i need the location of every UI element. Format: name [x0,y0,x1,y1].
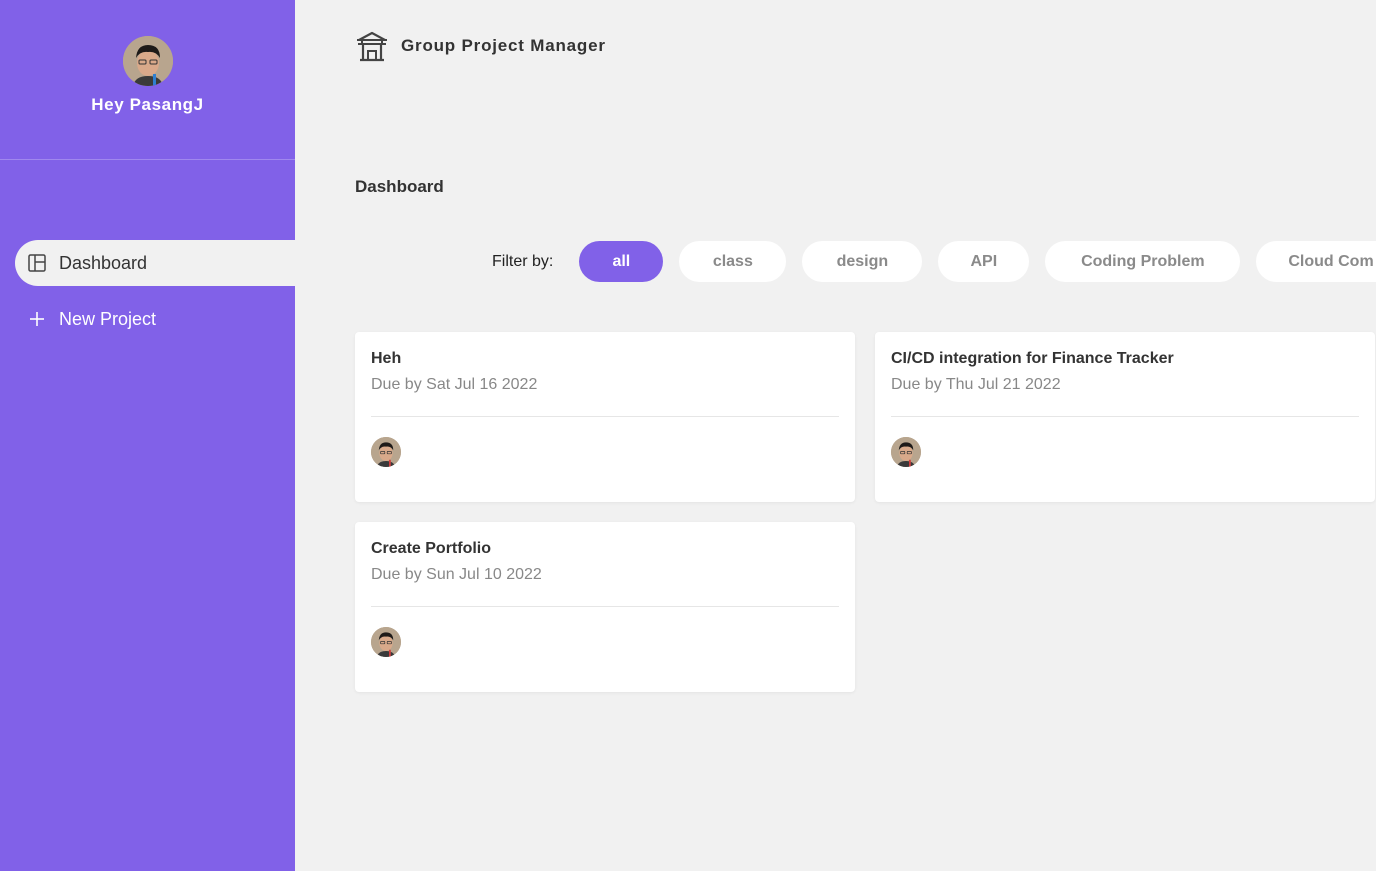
sidebar-item-label: Dashboard [59,252,148,273]
plus-icon [27,309,47,329]
project-card[interactable]: Create Portfolio Due by Sun Jul 10 2022 [355,522,855,692]
user-photo-icon [122,36,173,86]
app-header: Group Project Manager [355,29,606,63]
user-photo-icon [371,437,401,467]
project-card[interactable]: Heh Due by Sat Jul 16 2022 [355,332,855,502]
sidebar: Hey PasangJ Dashboard New Project [0,0,295,871]
member-avatar[interactable] [371,437,401,467]
avatar[interactable] [122,36,173,86]
main-content: Group Project Manager Dashboard Filter b… [295,0,1376,871]
project-title: CI/CD integration for Finance Tracker [891,350,1174,367]
user-photo-icon [371,627,401,657]
member-avatar[interactable] [371,627,401,657]
card-divider [371,416,839,417]
user-block: Hey PasangJ [0,0,295,160]
project-title: Create Portfolio [371,540,492,557]
project-card[interactable]: CI/CD integration for Finance Tracker Du… [875,332,1375,502]
sidebar-item-label: New Project [59,308,157,329]
filter-bar: Filter by: all class design API Coding P… [492,241,1376,282]
layout-icon [27,253,47,273]
project-title: Heh [371,350,402,367]
member-avatar[interactable] [891,437,921,467]
filter-chip-coding-problem[interactable]: Coding Problem [1045,241,1241,282]
user-greeting: Hey PasangJ [91,95,204,114]
project-due-date: Due by Sun Jul 10 2022 [371,566,542,583]
card-divider [371,606,839,607]
user-photo-icon [891,437,921,467]
page-title: Dashboard [355,177,444,196]
filter-chip-all[interactable]: all [579,241,664,282]
project-due-date: Due by Thu Jul 21 2022 [891,376,1061,393]
sidebar-item-new-project[interactable]: New Project [15,296,295,342]
temple-icon [355,29,389,63]
app-title: Group Project Manager [401,36,606,55]
filter-chip-api[interactable]: API [938,241,1030,282]
filter-chip-cloud[interactable]: Cloud Com [1256,241,1376,282]
sidebar-nav: Dashboard New Project [15,240,295,352]
project-due-date: Due by Sat Jul 16 2022 [371,376,538,393]
card-divider [891,416,1359,417]
filter-label: Filter by: [492,252,554,270]
filter-chip-class[interactable]: class [679,241,787,282]
sidebar-item-dashboard[interactable]: Dashboard [15,240,295,286]
filter-chip-design[interactable]: design [802,241,923,282]
